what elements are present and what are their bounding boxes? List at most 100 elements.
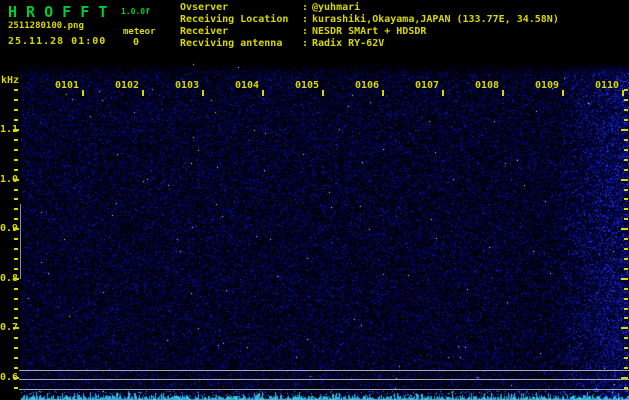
x-tick-label: 0108 bbox=[475, 80, 499, 91]
axes-overlay: kHz 1.1 1.0 0.9 0.8 0.7 0.6 0101 0102 0103 0104 010… bbox=[0, 0, 629, 400]
info-label: Receiver bbox=[180, 26, 302, 38]
meteor-count-label: meteor bbox=[123, 27, 156, 37]
y-tick-minor-right bbox=[624, 238, 628, 240]
observer-info-row: Receiving Location: kurashiki,Okayama,JAP… bbox=[180, 14, 559, 26]
x-tick-label: 0110 bbox=[595, 80, 619, 91]
info-value: kurashiki,Okayama,JAPAN (133.77E, 34.58N… bbox=[312, 14, 559, 25]
y-tick-major-right bbox=[621, 278, 628, 280]
frequency-marker-line bbox=[20, 204, 21, 279]
x-tick-mark bbox=[322, 90, 324, 96]
y-tick-minor bbox=[14, 169, 18, 171]
y-tick-major bbox=[13, 179, 19, 181]
y-tick-minor-right bbox=[624, 357, 628, 359]
y-tick-minor bbox=[14, 367, 18, 369]
x-tick-mark bbox=[82, 90, 84, 96]
y-tick-major-right bbox=[621, 179, 628, 181]
y-tick-minor bbox=[14, 288, 18, 290]
y-tick-minor-right bbox=[624, 218, 628, 220]
y-tick-major bbox=[13, 228, 19, 230]
observation-datetime: 25.11.28 01:00 bbox=[8, 36, 106, 47]
x-tick-mark bbox=[622, 90, 624, 96]
x-tick-label: 0103 bbox=[175, 80, 199, 91]
x-tick-mark bbox=[442, 90, 444, 96]
y-tick-minor-right bbox=[624, 347, 628, 349]
y-tick-minor bbox=[14, 208, 18, 210]
y-tick-minor bbox=[14, 298, 18, 300]
y-tick-minor bbox=[14, 248, 18, 250]
y-tick-minor-right bbox=[624, 367, 628, 369]
observer-info-row: Recviving antenna: Radix RY-62V bbox=[180, 38, 559, 50]
y-tick-minor bbox=[14, 89, 18, 91]
y-tick-major bbox=[13, 327, 19, 329]
y-tick-minor bbox=[14, 317, 18, 319]
info-separator: : bbox=[302, 14, 312, 26]
y-tick-major bbox=[13, 278, 19, 280]
y-tick-minor-right bbox=[624, 248, 628, 250]
y-tick-minor bbox=[14, 308, 18, 310]
x-tick-label: 0104 bbox=[235, 80, 259, 91]
y-tick-minor bbox=[14, 337, 18, 339]
y-tick-minor-right bbox=[624, 268, 628, 270]
y-tick-minor bbox=[14, 149, 18, 151]
x-tick-mark bbox=[142, 90, 144, 96]
y-axis-unit-label: kHz bbox=[1, 75, 19, 86]
info-separator: : bbox=[302, 2, 312, 14]
meteor-count-value: 0 bbox=[133, 37, 139, 48]
y-tick-minor-right bbox=[624, 149, 628, 151]
x-tick-label: 0102 bbox=[115, 80, 139, 91]
y-tick-minor-right bbox=[624, 109, 628, 111]
y-tick-minor-right bbox=[624, 139, 628, 141]
hrofft-window: kHz 1.1 1.0 0.9 0.8 0.7 0.6 0101 0102 0103 0104 010… bbox=[0, 0, 629, 400]
x-tick-label: 0101 bbox=[55, 80, 79, 91]
y-tick-minor-right bbox=[624, 337, 628, 339]
y-tick-minor bbox=[14, 387, 18, 389]
x-tick-label: 0107 bbox=[415, 80, 439, 91]
observer-info-row: Receiver: NESDR SMArt + HDSDR bbox=[180, 26, 559, 38]
observer-info-row: Ovserver: @yuhmari bbox=[180, 2, 559, 14]
output-filename: 2511280100.png bbox=[8, 21, 84, 31]
app-version: 1.0.0f bbox=[121, 7, 150, 16]
carrier-line bbox=[19, 389, 629, 390]
y-tick-minor bbox=[14, 357, 18, 359]
y-tick-minor-right bbox=[624, 198, 628, 200]
y-tick-minor-right bbox=[624, 317, 628, 319]
y-tick-minor-right bbox=[624, 288, 628, 290]
info-label: Ovserver bbox=[180, 2, 302, 14]
carrier-line bbox=[19, 379, 629, 380]
y-tick-major-right bbox=[621, 327, 628, 329]
y-tick-minor-right bbox=[624, 308, 628, 310]
y-tick-minor bbox=[14, 109, 18, 111]
carrier-line bbox=[19, 370, 629, 371]
y-tick-minor-right bbox=[624, 298, 628, 300]
y-tick-major-right bbox=[621, 129, 628, 131]
x-tick-label: 0109 bbox=[535, 80, 559, 91]
y-tick-minor bbox=[14, 218, 18, 220]
x-tick-label: 0105 bbox=[295, 80, 319, 91]
info-separator: : bbox=[302, 26, 312, 38]
info-separator: : bbox=[302, 38, 312, 50]
x-tick-mark bbox=[562, 90, 564, 96]
y-tick-minor-right bbox=[624, 258, 628, 260]
y-tick-minor-right bbox=[624, 119, 628, 121]
y-tick-minor bbox=[14, 268, 18, 270]
y-tick-minor bbox=[14, 119, 18, 121]
info-label: Receiving Location bbox=[180, 14, 302, 26]
y-tick-minor bbox=[14, 238, 18, 240]
y-tick-minor-right bbox=[624, 208, 628, 210]
y-tick-minor-right bbox=[624, 189, 628, 191]
x-tick-mark bbox=[202, 90, 204, 96]
observer-info-block: Ovserver: @yuhmari Receiving Location: kura… bbox=[180, 2, 559, 50]
y-tick-minor bbox=[14, 159, 18, 161]
y-tick-minor-right bbox=[624, 169, 628, 171]
y-tick-major-right bbox=[621, 228, 628, 230]
y-tick-minor-right bbox=[624, 159, 628, 161]
y-tick-minor bbox=[14, 198, 18, 200]
info-label: Recviving antenna bbox=[180, 38, 302, 50]
x-tick-mark bbox=[502, 90, 504, 96]
x-tick-mark bbox=[382, 90, 384, 96]
y-tick-minor-right bbox=[624, 99, 628, 101]
x-tick-label: 0106 bbox=[355, 80, 379, 91]
x-tick-mark bbox=[262, 90, 264, 96]
y-tick-minor bbox=[14, 139, 18, 141]
y-tick-minor bbox=[14, 99, 18, 101]
